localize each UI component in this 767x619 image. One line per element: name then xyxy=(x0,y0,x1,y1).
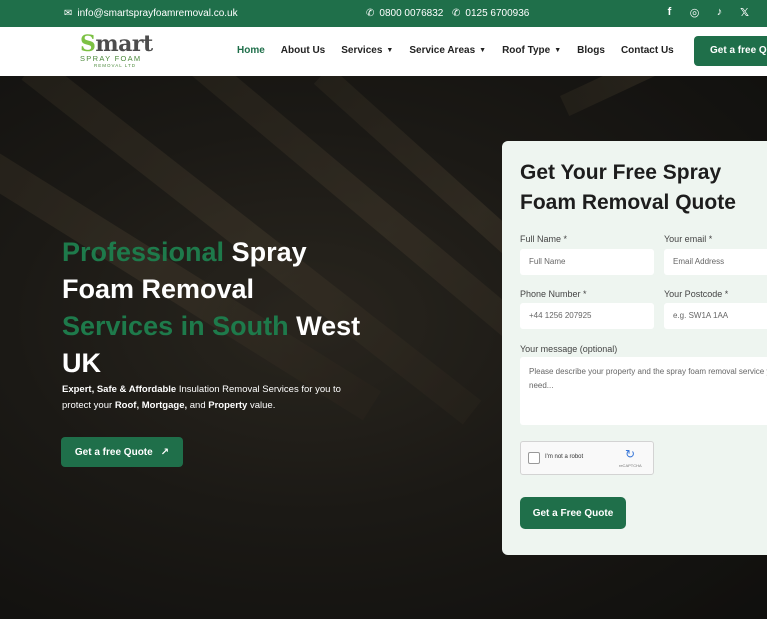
x-icon[interactable]: 𝕏 xyxy=(738,6,751,19)
phone-icon: ✆ xyxy=(366,8,375,19)
site-logo[interactable]: Smart SPRAY FOAM REMOVAL LTD xyxy=(80,31,153,71)
message-textarea[interactable]: Please describe your property and the sp… xyxy=(520,357,767,425)
form-title: Get Your Free Spray Foam Removal Quote xyxy=(520,161,736,214)
tiktok-icon[interactable]: ♪ xyxy=(713,6,726,19)
topbar-phone-2-text: 0125 6700936 xyxy=(465,8,530,19)
main-navigation-bar: Smart SPRAY FOAM REMOVAL LTD Home About … xyxy=(0,27,767,76)
mail-icon: ✉ xyxy=(64,8,73,19)
topbar-phone-2-link[interactable]: ✆ 0125 6700936 xyxy=(452,8,529,19)
fullname-label: Full Name * xyxy=(520,234,568,244)
topbar-email-text: info@smartsprayfoamremoval.co.uk xyxy=(77,8,238,19)
nav-item-service-areas[interactable]: Service Areas ▼ xyxy=(409,45,486,56)
nav-menu: Home About Us Services ▼ Service Areas ▼ R… xyxy=(237,45,674,56)
logo-subtagline: REMOVAL LTD xyxy=(94,63,136,68)
topbar-phone-1-link[interactable]: ✆ 0800 0076832 xyxy=(366,8,443,19)
instagram-icon[interactable]: ◎ xyxy=(688,6,701,19)
recaptcha-label: I'm not a robot xyxy=(545,454,584,460)
phone-icon: ✆ xyxy=(452,8,461,19)
hero-headline: Professional Spray Foam Removal Services… xyxy=(62,237,361,378)
postcode-label: Your Postcode * xyxy=(664,289,729,299)
chevron-down-icon: ▼ xyxy=(386,47,394,54)
fullname-input[interactable]: Full Name xyxy=(520,249,654,275)
topbar-email-link[interactable]: ✉ info@smartsprayfoamremoval.co.uk xyxy=(64,8,238,19)
nav-item-services[interactable]: Services ▼ xyxy=(341,45,393,56)
facebook-icon[interactable]: f xyxy=(663,6,676,19)
arrow-up-right-icon: ↗ xyxy=(160,446,170,458)
nav-item-blogs[interactable]: Blogs xyxy=(577,45,605,56)
chevron-down-icon: ▼ xyxy=(479,47,487,54)
phone-input[interactable]: +44 1256 207925 xyxy=(520,303,654,329)
chevron-down-icon: ▼ xyxy=(554,47,562,54)
recaptcha-logo-icon: ↻ xyxy=(625,447,636,461)
recaptcha-brand: reCAPTCHA xyxy=(619,463,642,468)
hero-free-quote-button[interactable]: Get a free Quote ↗ xyxy=(61,437,183,467)
recaptcha-checkbox[interactable] xyxy=(528,452,540,464)
logo-wordmark: Smart xyxy=(80,31,153,57)
email-input[interactable]: Email Address xyxy=(664,249,767,275)
nav-free-quote-button[interactable]: Get a free Quote xyxy=(694,36,767,66)
message-label: Your message (optional) xyxy=(520,344,618,354)
logo-tagline: SPRAY FOAM xyxy=(80,54,142,63)
submit-quote-button[interactable]: Get a Free Quote xyxy=(520,497,626,529)
top-contact-bar: ✉ info@smartsprayfoamremoval.co.uk ✆ 080… xyxy=(0,0,767,27)
topbar-phone-1-text: 0800 0076832 xyxy=(379,8,444,19)
nav-item-roof-type[interactable]: Roof Type ▼ xyxy=(502,45,561,56)
hero-subtext: Expert, Safe & Affordable Insulation Rem… xyxy=(62,384,341,411)
email-label: Your email * xyxy=(664,234,713,244)
phone-label: Phone Number * xyxy=(520,289,587,299)
nav-item-about-us[interactable]: About Us xyxy=(281,45,325,56)
social-links: f ◎ ♪ 𝕏 xyxy=(663,6,751,19)
nav-item-contact-us[interactable]: Contact Us xyxy=(621,45,674,56)
hero-cta-label: Get a free Quote xyxy=(74,446,153,458)
postcode-input[interactable]: e.g. SW1A 1AA xyxy=(664,303,767,329)
nav-item-home[interactable]: Home xyxy=(237,45,265,56)
quote-form: Get Your Free Spray Foam Removal Quote F… xyxy=(502,141,767,555)
recaptcha-widget: I'm not a robot ↻ reCAPTCHA xyxy=(520,441,654,475)
